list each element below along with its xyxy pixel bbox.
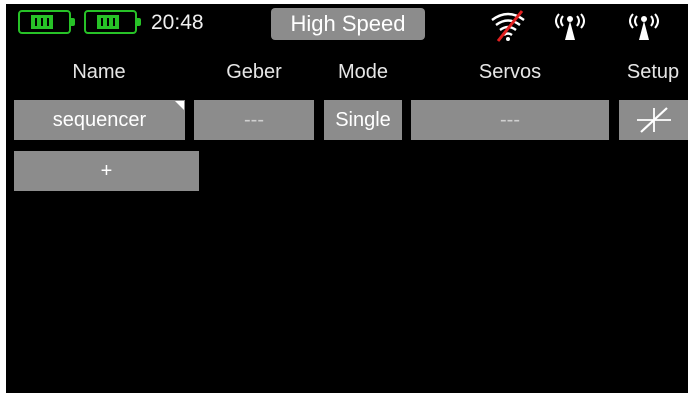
antenna-signal-icon bbox=[555, 13, 585, 40]
mode-button[interactable]: Single bbox=[324, 100, 402, 140]
battery-icon bbox=[84, 10, 141, 34]
column-header-setup: Setup bbox=[626, 61, 680, 83]
wifi-off-icon bbox=[491, 10, 525, 42]
column-header-name: Name bbox=[72, 61, 126, 83]
column-header-servos: Servos bbox=[478, 61, 542, 83]
column-header-mode: Mode bbox=[337, 61, 389, 83]
setup-button[interactable] bbox=[619, 100, 688, 140]
screen: 20:48 High Speed Name Geber Mode Servos … bbox=[6, 4, 688, 393]
name-button[interactable]: sequencer bbox=[14, 100, 185, 140]
curve-setup-icon bbox=[637, 107, 671, 133]
battery-icon bbox=[18, 10, 75, 34]
clock: 20:48 bbox=[151, 11, 204, 34]
geber-button[interactable]: --- bbox=[194, 100, 314, 140]
corner-marker-icon bbox=[175, 101, 184, 110]
antenna-signal-icon bbox=[629, 13, 659, 40]
name-value: sequencer bbox=[52, 109, 147, 131]
high-speed-button[interactable]: High Speed bbox=[271, 8, 425, 40]
column-header-geber: Geber bbox=[226, 61, 282, 83]
add-button[interactable]: + bbox=[14, 151, 199, 191]
servos-button[interactable]: --- bbox=[411, 100, 609, 140]
